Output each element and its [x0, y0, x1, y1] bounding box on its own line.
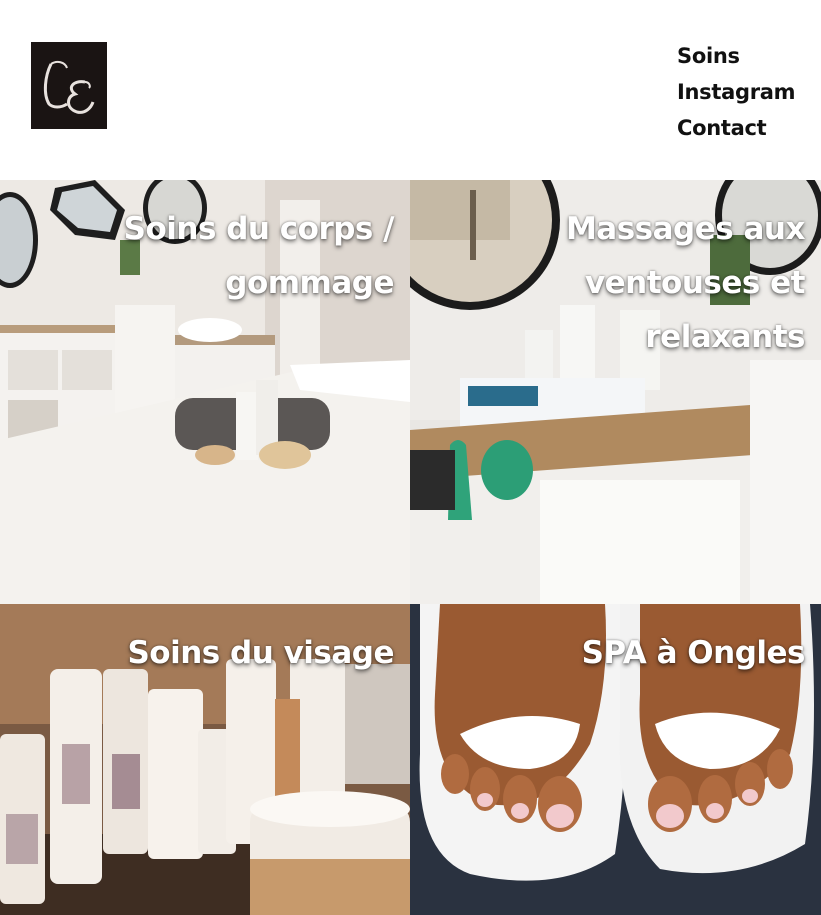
tile-title-line: gommage	[225, 265, 394, 301]
logo[interactable]: LE	[31, 42, 107, 129]
tile-title: Soins du visage	[127, 626, 394, 680]
tile-title-line: Soins du corps /	[123, 211, 395, 247]
tile-soins-visage[interactable]: Soins du visage	[0, 604, 410, 915]
tile-title-line: relaxants	[645, 319, 805, 355]
tile-title: Soins du corps / gommage	[123, 202, 395, 310]
tile-title: SPA à Ongles	[581, 626, 806, 680]
tile-soins-corps[interactable]: Soins du corps / gommage	[0, 180, 410, 604]
tile-title-line: SPA à Ongles	[581, 635, 806, 671]
tile-title: Massages aux ventouses et relaxants	[565, 202, 806, 364]
site-header: LE Soins Instagram Contact	[0, 0, 821, 180]
tile-title-line: Soins du visage	[127, 635, 394, 671]
main-nav: Soins Instagram Contact	[677, 38, 796, 146]
nav-link-soins[interactable]: Soins	[677, 38, 795, 74]
services-grid: Soins du corps / gommage Massages aux ve…	[0, 180, 821, 915]
tile-spa-ongles[interactable]: SPA à Ongles	[410, 604, 821, 915]
logo-monogram-icon	[31, 42, 107, 129]
nav-link-instagram[interactable]: Instagram	[677, 74, 796, 110]
nav-link-contact[interactable]: Contact	[677, 110, 795, 146]
tile-title-line: Massages aux	[565, 211, 806, 247]
tile-title-line: ventouses et	[584, 265, 806, 301]
tile-massages[interactable]: Massages aux ventouses et relaxants	[410, 180, 821, 604]
